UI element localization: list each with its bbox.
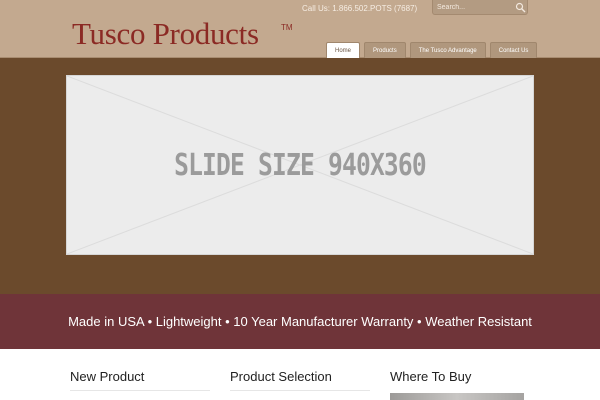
column-where-to-buy: Where To Buy	[390, 369, 530, 384]
column-heading: Product Selection	[230, 369, 332, 384]
search-icon[interactable]	[515, 2, 526, 13]
site-logo[interactable]: Tusco Products	[72, 18, 259, 49]
column-heading: Where To Buy	[390, 369, 472, 384]
nav-item-contact-us[interactable]: Contact Us	[489, 42, 538, 58]
site-header: Tusco Products TM Call Us: 1.866.502.POT…	[0, 0, 600, 58]
slider-band: SLIDE SIZE 940X360	[0, 58, 600, 294]
nav-item-products[interactable]: Products	[364, 42, 406, 58]
slide-placeholder[interactable]: SLIDE SIZE 940X360	[66, 75, 534, 255]
column-heading: New Product	[70, 369, 145, 384]
divider	[230, 390, 370, 391]
column-product-selection: Product Selection	[230, 369, 370, 391]
trademark-mark: TM	[281, 23, 293, 32]
divider	[70, 390, 210, 391]
main-nav: Home Products The Tusco Advantage Contac…	[326, 42, 538, 58]
where-to-buy-image[interactable]	[390, 393, 524, 400]
nav-item-tusco-advantage[interactable]: The Tusco Advantage	[409, 42, 486, 58]
nav-item-home[interactable]: Home	[326, 42, 361, 58]
slide-size-label: SLIDE SIZE 940X360	[174, 148, 427, 183]
search-input[interactable]	[437, 1, 511, 13]
phone-number: Call Us: 1.866.502.POTS (7687)	[302, 4, 418, 13]
tagline-banner: Made in USA • Lightweight • 10 Year Manu…	[0, 294, 600, 349]
column-new-product: New Product	[70, 369, 210, 391]
search-box	[432, 0, 528, 15]
